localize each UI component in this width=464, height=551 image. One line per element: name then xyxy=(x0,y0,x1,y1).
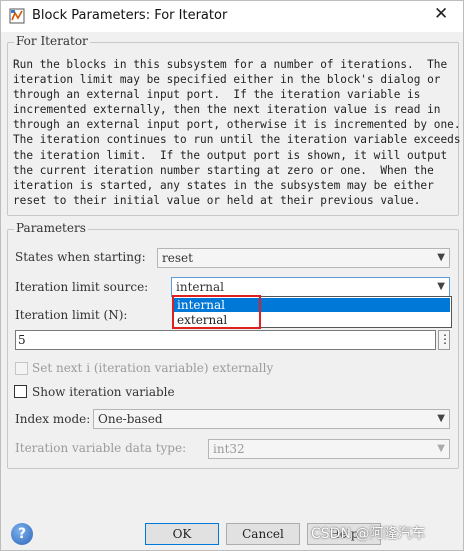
iteration-variable-data-type-label: Iteration variable data type: xyxy=(15,441,187,455)
iteration-limit-source-select[interactable]: internal ▼ xyxy=(171,277,450,297)
set-next-i-checkbox[interactable] xyxy=(15,362,28,375)
iteration-limit-field[interactable] xyxy=(15,330,436,350)
iteration-variable-data-type-value: int32 xyxy=(213,442,245,456)
index-mode-value: One-based xyxy=(98,412,163,426)
iteration-limit-input[interactable] xyxy=(18,333,418,347)
description-legend: For Iterator xyxy=(14,34,90,48)
parameters-legend: Parameters xyxy=(14,221,88,235)
title-bar: Block Parameters: For Iterator ✕ xyxy=(1,1,463,32)
help-icon[interactable]: ? xyxy=(11,523,33,545)
dialog-window: Block Parameters: For Iterator ✕ For Ite… xyxy=(0,0,464,551)
simulink-block-icon xyxy=(9,8,25,24)
chevron-down-icon: ▼ xyxy=(437,413,445,424)
index-mode-select[interactable]: One-based ▼ xyxy=(93,409,450,429)
watermark-text: CSDN @阿隆汽车 xyxy=(311,526,426,542)
iteration-limit-source-value: internal xyxy=(176,280,224,294)
show-iteration-variable-label: Show iteration variable xyxy=(32,385,175,399)
description-text: Run the blocks in this subsystem for a n… xyxy=(13,58,461,207)
more-options-button[interactable]: ⋮ xyxy=(438,330,451,350)
window-title: Block Parameters: For Iterator xyxy=(32,8,228,23)
chevron-down-icon: ▼ xyxy=(437,281,445,292)
set-next-i-label: Set next i (iteration variable) external… xyxy=(32,361,274,375)
states-when-starting-label: States when starting: xyxy=(15,250,146,264)
cancel-button[interactable]: Cancel xyxy=(226,523,300,545)
states-when-starting-select[interactable]: reset ▼ xyxy=(157,248,450,268)
iteration-limit-label: Iteration limit (N): xyxy=(15,308,128,322)
show-iteration-variable-checkbox[interactable] xyxy=(14,385,27,398)
iteration-limit-source-dropdown: internal external xyxy=(172,296,452,328)
iteration-limit-source-label: Iteration limit source: xyxy=(15,280,149,294)
description-group: For Iterator Run the blocks in this subs… xyxy=(7,34,461,216)
chevron-down-icon: ▼ xyxy=(437,443,445,454)
dropdown-option-internal[interactable]: internal xyxy=(174,298,450,312)
iteration-variable-data-type-select[interactable]: int32 ▼ xyxy=(208,439,450,459)
chevron-down-icon: ▼ xyxy=(437,252,445,263)
index-mode-label: Index mode: xyxy=(15,412,91,426)
ok-button[interactable]: OK xyxy=(145,523,219,545)
close-button[interactable]: ✕ xyxy=(417,1,463,32)
dropdown-option-external[interactable]: external xyxy=(174,313,450,327)
states-when-starting-value: reset xyxy=(162,251,193,265)
close-icon: ✕ xyxy=(434,4,449,24)
